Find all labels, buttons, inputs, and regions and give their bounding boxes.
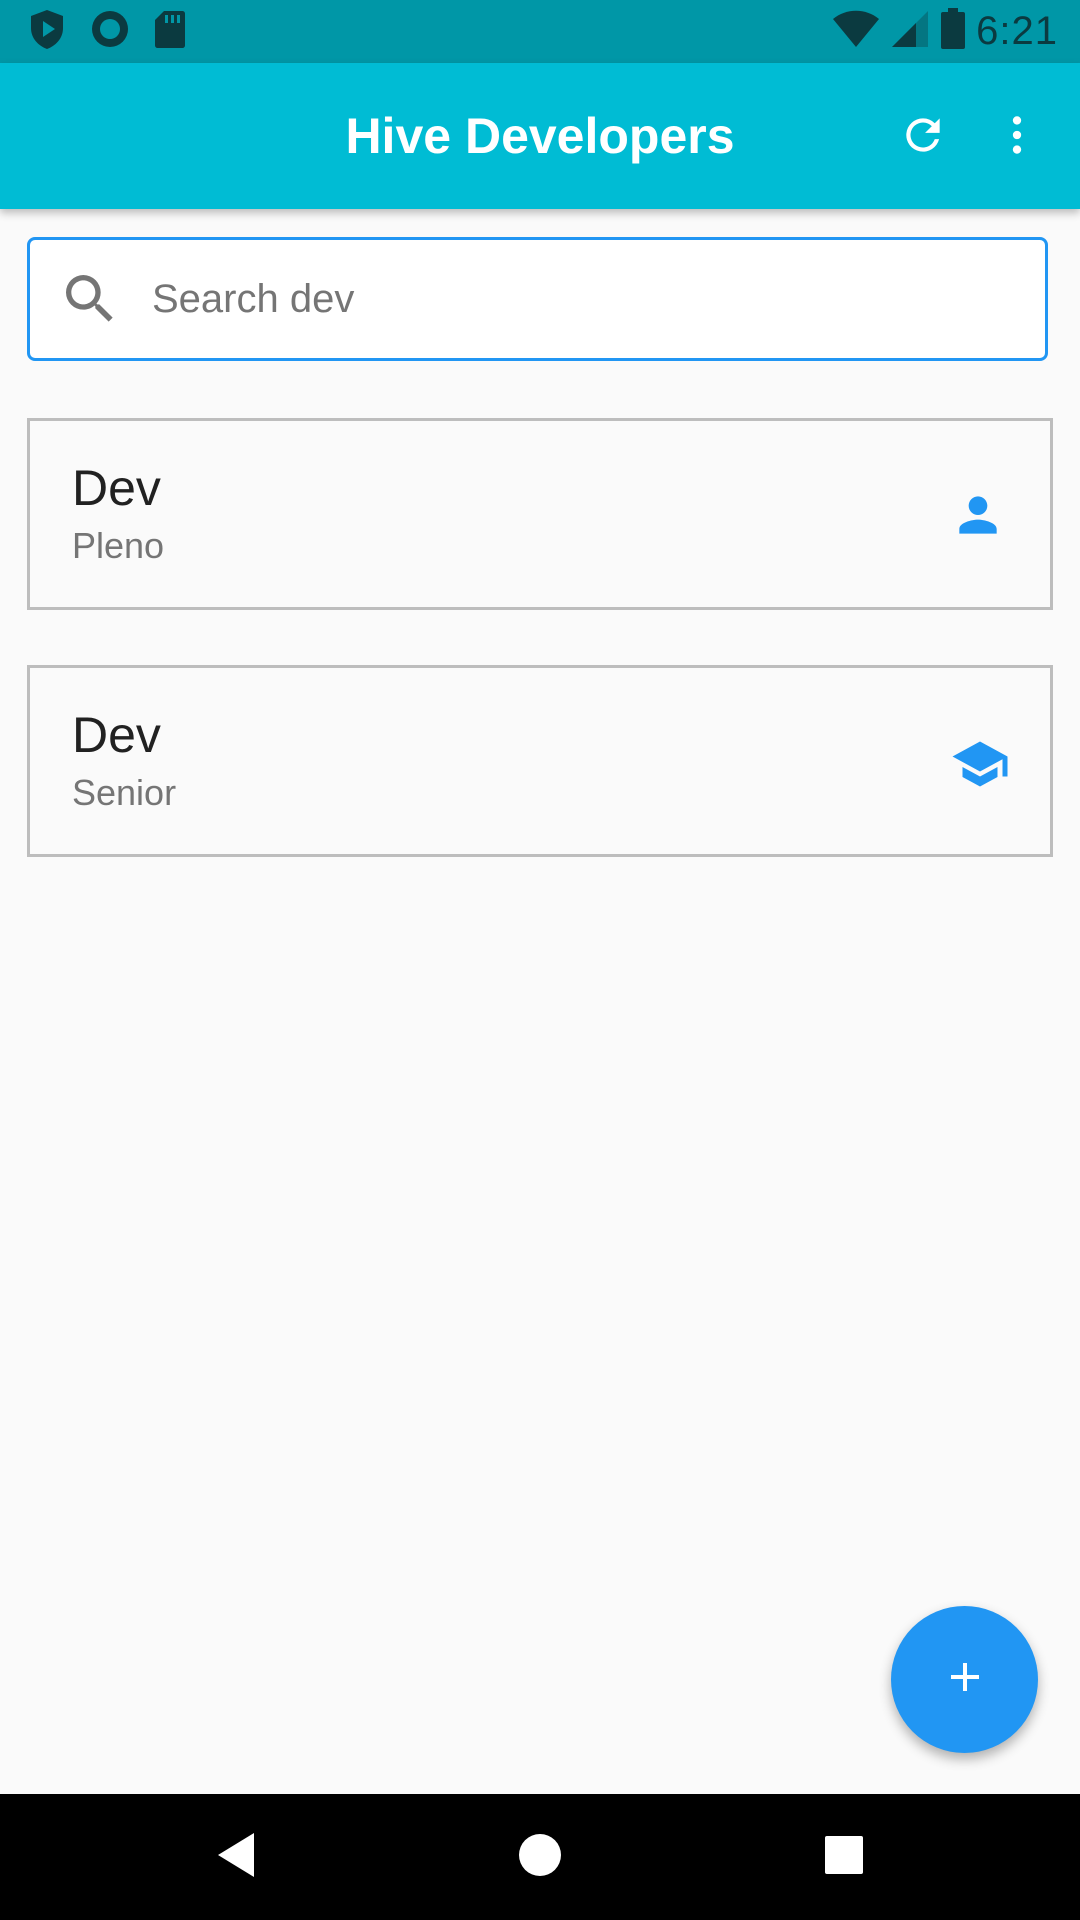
add-icon [941,1653,989,1706]
wifi-icon [832,9,880,54]
person-icon [950,487,1006,543]
developer-level: Pleno [72,525,165,566]
more-options-button[interactable] [982,102,1052,172]
add-developer-button[interactable] [891,1606,1038,1753]
battery-icon [940,8,966,55]
more-vert-icon [992,110,1042,165]
screen: 6:21 Hive Developers Search dev Dev Plen… [0,0,1080,1920]
app-bar: Hive Developers [0,63,1080,209]
search-input[interactable] [150,275,974,323]
shield-play-icon [28,8,66,55]
recents-icon [824,1835,864,1880]
developer-card[interactable]: Dev Senior [27,665,1053,857]
recents-button[interactable] [814,1827,874,1887]
cell-signal-icon [890,9,930,54]
home-button[interactable] [510,1827,570,1887]
developer-level: Senior [72,772,177,813]
status-time: 6:21 [976,9,1058,53]
developer-name: Dev [72,707,161,763]
home-icon [518,1833,562,1882]
navigation-bar [0,1794,1080,1920]
back-icon [214,1831,258,1884]
refresh-icon [898,110,948,165]
developer-card[interactable]: Dev Pleno [27,418,1053,610]
circle-icon [90,9,130,54]
developer-name: Dev [72,460,161,516]
search-icon [58,267,122,331]
school-icon [950,734,1008,790]
status-bar: 6:21 [0,0,1080,63]
sd-card-icon [154,9,186,54]
back-button[interactable] [206,1827,266,1887]
search-field[interactable] [27,237,1048,361]
refresh-button[interactable] [888,102,958,172]
